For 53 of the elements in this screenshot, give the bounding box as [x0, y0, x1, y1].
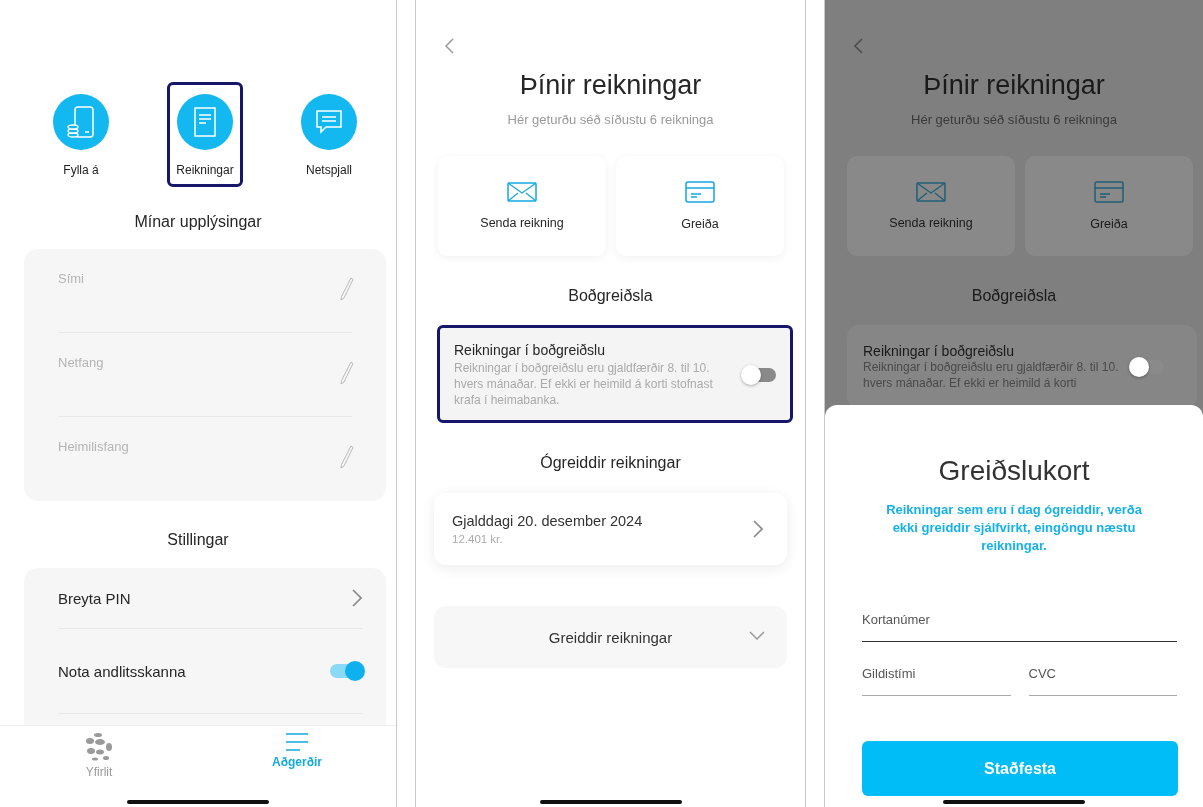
credit-card-icon	[1094, 181, 1124, 203]
envelope-icon	[507, 182, 537, 202]
toggle-switch[interactable]	[744, 368, 776, 382]
paid-bills-expander[interactable]: Greiddir reikningar	[434, 606, 787, 668]
pencil-icon[interactable]	[340, 361, 354, 385]
page-title: Þínir reikningar	[518, 70, 703, 101]
phone-coins-icon	[66, 105, 96, 139]
section-heading: Mínar upplýsingar	[133, 213, 263, 231]
pencil-icon[interactable]	[340, 445, 354, 469]
autopay-label: Reikningar í boðgreiðslu	[454, 342, 606, 358]
page-subtitle: Hér geturðu séð síðustu 6 reikninga	[910, 112, 1118, 127]
input-field[interactable]: Gildistími	[862, 651, 1011, 696]
setting-label[interactable]: Breyta PIN	[58, 589, 131, 607]
document-icon	[194, 107, 216, 137]
shortcut-button[interactable]: Fylla á	[43, 82, 119, 187]
autopay-description: hvers mánaðar. Ef ekki er heimild á korti	[863, 375, 1078, 391]
input-field[interactable]: CVC	[1028, 651, 1177, 696]
action-card[interactable]: Senda reikning	[847, 156, 1015, 256]
field-label: Netfang	[58, 354, 104, 370]
dots-logo-icon	[85, 732, 113, 762]
chat-icon	[315, 109, 343, 135]
menu-icon	[285, 732, 309, 752]
notice-text: Reikningar sem eru í dag ógreiddir, verða ekki greiddir sjálfvirkt, eingöngu næstu reikningar.	[885, 501, 1143, 555]
section-heading: Stillingar	[166, 531, 230, 549]
back-icon	[853, 38, 863, 54]
field-label: Heimilisfang	[58, 438, 129, 454]
toggle-switch[interactable]	[1132, 360, 1165, 374]
action-card[interactable]: Greiða	[1025, 156, 1193, 256]
back-icon	[444, 38, 454, 54]
sheet-title: Greiðslukort	[937, 455, 1091, 487]
autopay-description: Reikningar í boðgreiðslu eru gjaldfærðir 8. til 10. hvers mánaðar. Ef ekki er heimild á korti stofnast krafa í heimabanka.	[454, 360, 714, 408]
setting-label: Nota andlitsskanna	[58, 662, 186, 680]
toggle-switch[interactable]	[330, 664, 362, 678]
envelope-icon	[916, 182, 946, 202]
page-subtitle: Hér geturðu séð síðustu 6 reikninga	[506, 112, 715, 127]
section-heading: Ógreiddir reikningar	[539, 454, 682, 472]
page-title: Þínir reikningar	[922, 70, 1106, 101]
input-field[interactable]: Kortanúmer	[862, 597, 1177, 642]
credit-card-icon	[685, 181, 715, 203]
shortcut-button[interactable]: Reikningar	[167, 82, 243, 187]
chevron-right-icon	[753, 520, 763, 538]
section-heading: Boðgreiðsla	[970, 287, 1058, 305]
autopay-description: Reikningar í boðgreiðslu eru gjaldfærðir 8. til 10.	[863, 359, 1119, 375]
section-heading: Boðgreiðsla	[567, 287, 654, 305]
field-label: Sími	[58, 270, 84, 286]
action-card[interactable]: Senda reikning	[438, 156, 606, 256]
chevron-down-icon	[749, 631, 765, 641]
autopay-label: Reikningar í boðgreiðslu	[863, 343, 1015, 359]
chevron-right-icon	[352, 589, 362, 607]
shortcut-button[interactable]: Netspjall	[291, 82, 367, 187]
pencil-icon[interactable]	[340, 277, 354, 301]
bill-item[interactable]: Gjalddagi 20. desember 2024 12.401 kr.	[434, 493, 787, 565]
action-card[interactable]: Greiða	[616, 156, 784, 256]
